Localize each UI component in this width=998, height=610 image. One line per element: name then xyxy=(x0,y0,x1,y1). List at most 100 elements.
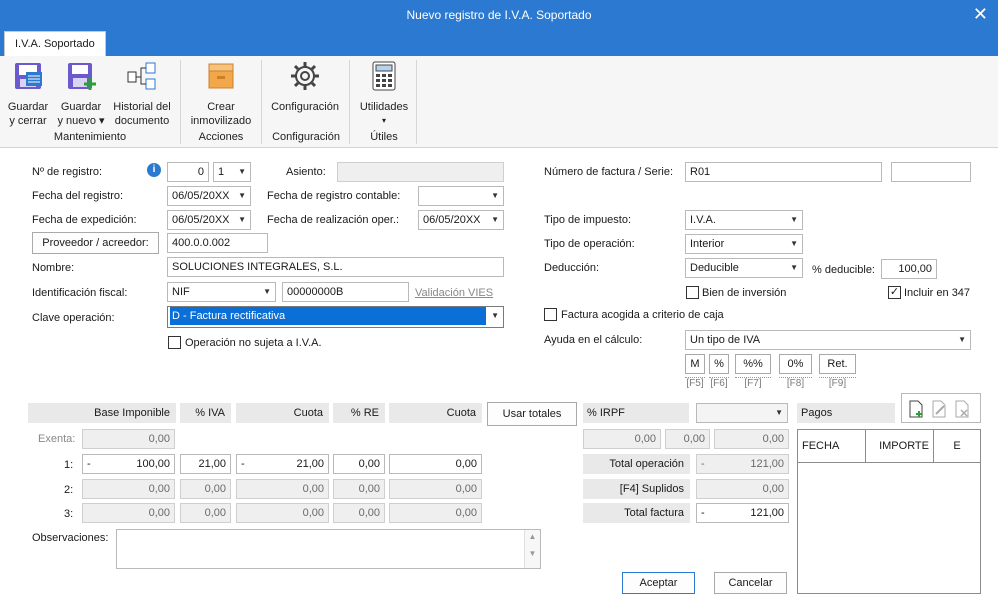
total-operacion-label: Total operación xyxy=(583,454,690,474)
calculator-icon xyxy=(372,61,396,91)
n-registro-input[interactable]: 0 xyxy=(167,162,209,182)
aceptar-button[interactable]: Aceptar xyxy=(622,572,695,594)
row-1-label: 1: xyxy=(64,459,74,471)
tipo-operacion-select[interactable]: Interior ▼ xyxy=(685,234,803,254)
utilidades-button[interactable]: Utilidades ▾ xyxy=(354,60,414,128)
title-bar: Nuevo registro de I.V.A. Soportado ✕ xyxy=(0,0,998,30)
row-2-pct-re-input: 0,00 xyxy=(333,479,385,499)
suplidos-label: [F4] Suplidos xyxy=(583,479,690,499)
observaciones-label: Observaciones: xyxy=(32,532,109,544)
pagos-col-fecha[interactable]: FECHA xyxy=(798,430,866,463)
calc-m-button[interactable]: M xyxy=(685,354,705,374)
total-factura-sign: - xyxy=(701,507,705,519)
row-1-cuota-input[interactable]: - 21,00 xyxy=(236,454,329,474)
serie-factura-input[interactable] xyxy=(891,162,971,182)
header-pagos: Pagos xyxy=(797,403,895,423)
ident-fiscal-input[interactable]: 00000000B xyxy=(282,282,409,302)
fecha-expedicion-picker[interactable]: 06/05/20XX ▼ xyxy=(167,210,251,230)
calc-key-f6: [F6] xyxy=(709,377,729,389)
calc-pctpct-button[interactable]: %% xyxy=(735,354,771,374)
observaciones-scrollbar[interactable]: ▲ ▼ xyxy=(524,530,540,568)
criterio-caja-checkbox[interactable] xyxy=(544,308,557,321)
pct-deducible-input[interactable]: 100,00 xyxy=(881,259,937,279)
crear-inmovilizado-button[interactable]: Crear inmovilizado xyxy=(184,60,258,128)
calc-ret-button[interactable]: Ret. xyxy=(819,354,856,374)
tab-iva-soportado[interactable]: I.V.A. Soportado xyxy=(4,31,106,56)
header-cuota: Cuota xyxy=(236,403,329,423)
ribbon-separator xyxy=(180,60,181,144)
chevron-down-icon: ▼ xyxy=(790,263,798,272)
n-registro-serie-select[interactable]: 1 ▼ xyxy=(213,162,251,182)
tipo-impuesto-select[interactable]: I.V.A. ▼ xyxy=(685,210,803,230)
proveedor-input[interactable]: 400.0.0.002 xyxy=(167,233,268,253)
row-1-base-input[interactable]: - 100,00 xyxy=(82,454,175,474)
ayuda-calculo-select[interactable]: Un tipo de IVA ▼ xyxy=(685,330,971,350)
row-1-cuota-value: 21,00 xyxy=(296,458,324,470)
bien-inversion-label: Bien de inversión xyxy=(702,287,787,299)
pagos-table[interactable]: FECHA IMPORTE E xyxy=(797,429,981,594)
nombre-input[interactable]: SOLUCIONES INTEGRALES, S.L. xyxy=(167,257,504,277)
fecha-registro-value: 06/05/20XX xyxy=(172,190,230,202)
row-1-cuota-re-input[interactable]: 0,00 xyxy=(389,454,482,474)
fecha-realizacion-picker[interactable]: 06/05/20XX ▼ xyxy=(418,210,504,230)
irpf-base-input: 0,00 xyxy=(583,429,661,449)
suplidos-input: 0,00 xyxy=(696,479,789,499)
gear-icon xyxy=(291,62,319,90)
pct-deducible-label: % deducible: xyxy=(812,264,875,276)
usar-totales-button[interactable]: Usar totales xyxy=(487,402,577,426)
bien-inversion-checkbox[interactable] xyxy=(686,286,699,299)
fecha-registro-picker[interactable]: 06/05/20XX ▼ xyxy=(167,186,251,206)
asiento-input xyxy=(337,162,504,182)
row-1-pct-iva-input[interactable]: 21,00 xyxy=(180,454,231,474)
row-2-cuota-re-input: 0,00 xyxy=(389,479,482,499)
chevron-down-icon: ▼ xyxy=(491,215,499,224)
ribbon-separator xyxy=(349,60,350,144)
historial-documento-button[interactable]: Historial del documento xyxy=(108,60,176,128)
calc-zero-button[interactable]: 0% xyxy=(779,354,812,374)
num-factura-input[interactable]: R01 xyxy=(685,162,882,182)
fecha-contable-picker[interactable]: ▼ xyxy=(418,186,504,206)
guardar-cerrar-button[interactable]: Guardar y cerrar xyxy=(4,60,52,128)
criterio-caja-label: Factura acogida a criterio de caja xyxy=(561,309,724,321)
guardar-nuevo-line2: y nuevo ▾ xyxy=(57,115,105,127)
configuracion-button[interactable]: Configuración xyxy=(264,60,346,114)
delete-document-icon[interactable] xyxy=(954,400,970,418)
new-document-icon[interactable] xyxy=(908,400,924,418)
crear-line2: inmovilizado xyxy=(190,115,252,127)
header-pct-iva: % IVA xyxy=(180,403,231,423)
info-icon[interactable]: i xyxy=(147,163,161,177)
close-icon[interactable]: ✕ xyxy=(973,4,988,25)
ribbon-separator xyxy=(261,60,262,144)
row-2-label: 2: xyxy=(64,484,74,496)
total-factura-input[interactable]: - 121,00 xyxy=(696,503,789,523)
pagos-col-importe[interactable]: IMPORTE xyxy=(866,430,934,463)
row-3-base-input: 0,00 xyxy=(82,503,175,523)
group-configuracion: Configuración xyxy=(272,131,340,143)
clave-operacion-select[interactable]: D - Factura rectificativa ▼ xyxy=(167,306,504,328)
observaciones-textarea[interactable]: ▲ ▼ xyxy=(116,529,541,569)
incluir-347-checkbox[interactable]: ✓ xyxy=(888,286,901,299)
crear-line1: Crear xyxy=(207,101,235,113)
row-1-pct-re-input[interactable]: 0,00 xyxy=(333,454,385,474)
no-sujeta-label: Operación no sujeta a I.V.A. xyxy=(185,337,322,349)
fecha-expedicion-label: Fecha de expedición: xyxy=(32,214,137,226)
scroll-up-icon[interactable]: ▲ xyxy=(525,532,540,541)
irpf-select[interactable]: ▼ xyxy=(696,403,788,423)
validacion-vies-link[interactable]: Validación VIES xyxy=(415,287,493,299)
guardar-nuevo-button[interactable]: Guardar y nuevo ▾ xyxy=(56,60,106,128)
edit-document-icon[interactable] xyxy=(931,400,947,418)
proveedor-button[interactable]: Proveedor / acreedor: xyxy=(32,232,159,254)
irpf-cuota-input: 0,00 xyxy=(714,429,789,449)
fecha-contable-label: Fecha de registro contable: xyxy=(267,190,401,202)
deduccion-value: Deducible xyxy=(690,262,739,274)
deduccion-select[interactable]: Deducible ▼ xyxy=(685,258,803,278)
calc-pct-button[interactable]: % xyxy=(709,354,729,374)
cancelar-button[interactable]: Cancelar xyxy=(714,572,787,594)
ident-tipo-select[interactable]: NIF ▼ xyxy=(167,282,276,302)
row-3-label: 3: xyxy=(64,508,74,520)
row-1-base-sign: - xyxy=(87,458,91,470)
no-sujeta-checkbox[interactable] xyxy=(168,336,181,349)
pagos-col-e[interactable]: E xyxy=(934,430,980,463)
num-factura-label: Número de factura / Serie: xyxy=(544,166,674,178)
scroll-down-icon[interactable]: ▼ xyxy=(525,549,540,558)
